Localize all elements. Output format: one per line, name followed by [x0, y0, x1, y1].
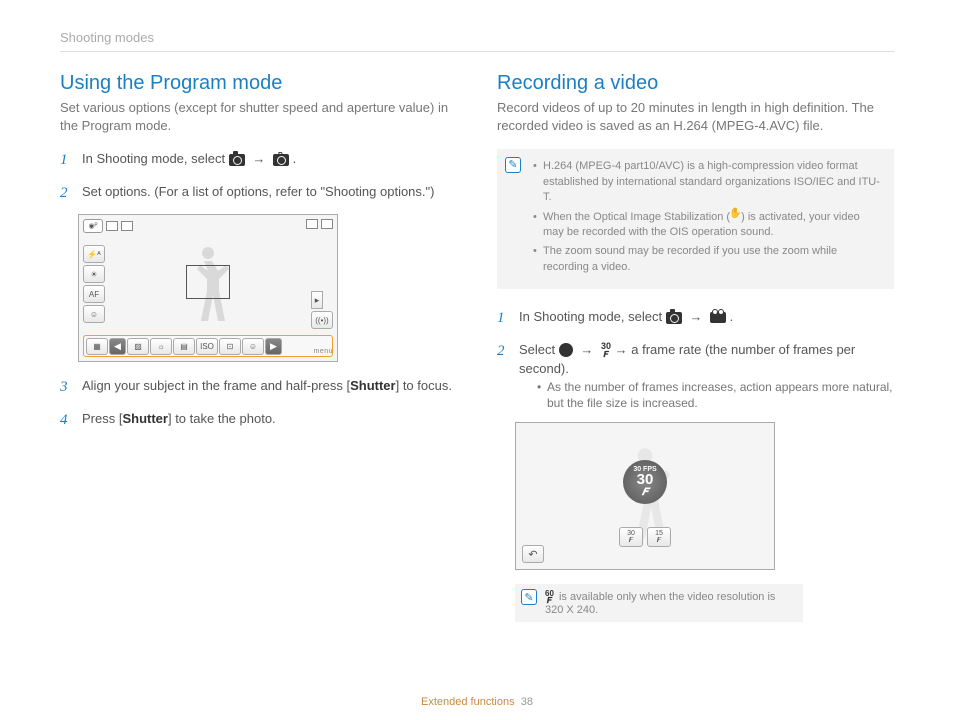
ss-topright — [306, 219, 333, 229]
content-columns: Using the Program mode Set various optio… — [60, 72, 894, 622]
step-number: 4 — [60, 409, 74, 432]
dial-up-icon — [559, 343, 573, 357]
note-item: When the Optical Image Stabilization () … — [533, 210, 882, 241]
camera-p-icon — [273, 154, 289, 166]
t: Select — [519, 342, 559, 357]
step-body: Select → 30𝑭 → a frame rate (the number … — [519, 340, 894, 413]
ss-topbar: ◉ᴾ — [83, 219, 333, 233]
step-number: 3 — [60, 376, 74, 399]
fps-badge-circle: 30 FPS 30 𝑭 — [623, 460, 667, 504]
note-item: H.264 (MPEG-4 part10/AVC) is a high-comp… — [533, 159, 882, 205]
arrow-icon: → — [580, 342, 593, 357]
left-step-3: 3 Align your subject in the frame and ha… — [60, 376, 457, 399]
fps-badge: 30 FPS 30 𝑭 — [623, 460, 667, 504]
info-icon: ✎ — [521, 589, 537, 605]
note-list: H.264 (MPEG-4 part10/AVC) is a high-comp… — [533, 159, 882, 275]
option-button[interactable]: ▤ — [173, 338, 195, 355]
mode-chip-icon: ◉ᴾ — [83, 219, 103, 233]
step-number: 1 — [497, 307, 511, 330]
step-body: In Shooting mode, select → . — [82, 149, 457, 172]
iso-button[interactable]: ISO — [196, 338, 218, 355]
fps-30-icon: 30𝑭 — [601, 342, 611, 359]
back-button[interactable]: ↶ — [522, 545, 544, 563]
top-icon — [106, 221, 118, 231]
fps-60-icon: 60𝑭 — [545, 590, 554, 604]
breadcrumb: Shooting modes — [60, 30, 894, 52]
t: . — [730, 309, 734, 324]
top-icon — [121, 221, 133, 231]
nav-right-button[interactable]: ▶ — [265, 338, 282, 355]
camera-icon — [229, 154, 245, 166]
footnote-box: ✎ 60𝑭 is available only when the video r… — [515, 584, 803, 622]
badge-mid: 30 — [637, 473, 654, 487]
fps-30-button[interactable]: 30𝑭 — [619, 527, 643, 547]
video-icon — [710, 312, 726, 323]
right-step-1: 1 In Shooting mode, select → . — [497, 307, 894, 330]
footer-page: 38 — [521, 696, 533, 708]
fps-15-button[interactable]: 15𝑭 — [647, 527, 671, 547]
scroll-right-button[interactable]: ▸ — [311, 291, 323, 309]
fps-options-row: 30𝑭 15𝑭 — [619, 527, 671, 547]
option-button[interactable]: ☺ — [242, 338, 264, 355]
flash-status-icon — [306, 219, 318, 229]
footnote-text: is available only when the video resolut… — [545, 591, 775, 616]
step1-text: In Shooting mode, select — [82, 151, 229, 166]
step2-sub-bullet: As the number of frames increases, actio… — [537, 379, 894, 413]
wifi-button[interactable]: ((•)) — [311, 311, 333, 329]
menu-label[interactable]: menu — [313, 348, 333, 355]
framerate-screenshot: 30 FPS 30 𝑭 30𝑭 15𝑭 ↶ — [515, 422, 775, 570]
step-number: 1 — [60, 149, 74, 172]
info-note-box: ✎ H.264 (MPEG-4 part10/AVC) is a high-co… — [497, 149, 894, 289]
right-step-2: 2 Select → 30𝑭 → a frame rate (the numbe… — [497, 340, 894, 413]
info-icon: ✎ — [505, 157, 521, 173]
option-button[interactable]: ▨ — [127, 338, 149, 355]
step-body: Set options. (For a list of options, ref… — [82, 182, 457, 205]
t: In Shooting mode, select — [519, 309, 666, 324]
shutter-label: Shutter — [350, 378, 396, 393]
flash-auto-button[interactable]: ⚡ᴬ — [83, 245, 105, 263]
ss-sidebar: ⚡ᴬ ☀ AF ☺ — [83, 245, 105, 323]
battery-icon — [321, 219, 333, 229]
step1-post: . — [293, 151, 297, 166]
face-button[interactable]: ☺ — [83, 305, 105, 323]
ois-hand-icon — [730, 211, 741, 223]
option-button[interactable]: ☼ — [150, 338, 172, 355]
program-mode-screenshot: ◉ᴾ ⚡ᴬ ☀ AF ☺ ▸ ((•)) ▦ ◀ ▨ ☼ — [78, 214, 338, 362]
resolution-button[interactable]: ▦ — [86, 338, 108, 355]
option-button[interactable]: ⊡ — [219, 338, 241, 355]
left-step-1: 1 In Shooting mode, select → . — [60, 149, 457, 172]
right-column: Recording a video Record videos of up to… — [497, 72, 894, 622]
left-step-2: 2 Set options. (For a list of options, r… — [60, 182, 457, 205]
camera-icon — [666, 312, 682, 324]
left-step-4: 4 Press [Shutter] to take the photo. — [60, 409, 457, 432]
step-body: In Shooting mode, select → . — [519, 307, 894, 330]
badge-f-icon: 𝑭 — [642, 487, 648, 498]
arrow-icon: → — [689, 309, 702, 324]
right-heading: Recording a video — [497, 72, 894, 95]
t: ] to take the photo. — [168, 411, 276, 426]
step-number: 2 — [60, 182, 74, 205]
ss-bottombar-highlighted: ▦ ◀ ▨ ☼ ▤ ISO ⊡ ☺ ▶ — [83, 335, 333, 357]
t: ] to focus. — [396, 378, 452, 393]
ss-right-controls: ▸ ((•)) — [311, 291, 333, 329]
step-number: 2 — [497, 340, 511, 413]
exposure-button[interactable]: ☀ — [83, 265, 105, 283]
page-footer: Extended functions 38 — [0, 696, 954, 708]
arrow-icon: → — [252, 151, 265, 166]
footer-section: Extended functions — [421, 696, 515, 708]
note-item: The zoom sound may be recorded if you us… — [533, 244, 882, 275]
left-column: Using the Program mode Set various optio… — [60, 72, 457, 622]
af-button[interactable]: AF — [83, 285, 105, 303]
step-body: Press [Shutter] to take the photo. — [82, 409, 457, 432]
t: Align your subject in the frame and half… — [82, 378, 350, 393]
left-heading: Using the Program mode — [60, 72, 457, 95]
focus-frame — [186, 265, 230, 299]
shutter-label: Shutter — [122, 411, 168, 426]
left-intro: Set various options (except for shutter … — [60, 99, 457, 135]
nav-left-button[interactable]: ◀ — [109, 338, 126, 355]
t: Press [ — [82, 411, 122, 426]
right-intro: Record videos of up to 20 minutes in len… — [497, 99, 894, 135]
step-body: Align your subject in the frame and half… — [82, 376, 457, 399]
